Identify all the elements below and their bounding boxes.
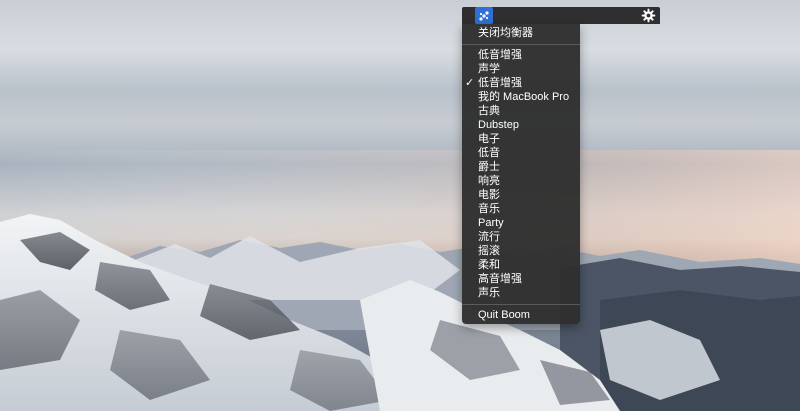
preset-label: 低音 (478, 147, 500, 159)
preset-item[interactable]: 柔和 (462, 258, 580, 272)
preset-label: 摇滚 (478, 245, 500, 257)
quit-boom-label: Quit Boom (478, 309, 530, 321)
desktop-wallpaper (0, 0, 800, 411)
preset-item[interactable]: 摇滚 (462, 244, 580, 258)
preset-item[interactable]: 高音增强 (462, 272, 580, 286)
gear-icon[interactable] (641, 8, 656, 23)
preset-item[interactable]: 我的 MacBook Pro (462, 90, 580, 104)
preset-item[interactable]: 低音 (462, 146, 580, 160)
preset-item[interactable]: 响亮 (462, 174, 580, 188)
preset-label: 响亮 (478, 175, 500, 187)
preset-item[interactable]: 声学 (462, 62, 580, 76)
preset-label: 音乐 (478, 203, 500, 215)
preset-label: 声乐 (478, 287, 500, 299)
boom-equalizer-icon (478, 10, 490, 22)
preset-item[interactable]: 声乐 (462, 286, 580, 300)
boom-menu: 关闭均衡器 低音增强 声学 ✓ 低音增强 我的 MacBook Pro 古典 D… (462, 24, 580, 324)
preset-item[interactable]: 古典 (462, 104, 580, 118)
disable-equalizer-label: 关闭均衡器 (478, 27, 533, 39)
preset-label: Party (478, 217, 504, 229)
preset-label: 爵士 (478, 161, 500, 173)
preset-item[interactable]: 低音增强 (462, 48, 580, 62)
preset-item[interactable]: 流行 (462, 230, 580, 244)
mountain-landscape (0, 0, 800, 411)
preset-item-selected[interactable]: ✓ 低音增强 (462, 76, 580, 90)
menu-separator (462, 304, 580, 305)
preset-item[interactable]: Party (462, 216, 580, 230)
preset-item[interactable]: 音乐 (462, 202, 580, 216)
menubar-extra (462, 7, 660, 24)
preset-label: 电子 (478, 133, 500, 145)
disable-equalizer-item[interactable]: 关闭均衡器 (462, 26, 580, 40)
preset-label: 古典 (478, 105, 500, 117)
preset-item[interactable]: 电子 (462, 132, 580, 146)
preset-label: 高音增强 (478, 273, 522, 285)
quit-boom-item[interactable]: Quit Boom (462, 308, 580, 322)
preset-label: Dubstep (478, 119, 519, 131)
menu-separator (462, 44, 580, 45)
preset-label: 声学 (478, 63, 500, 75)
preset-item[interactable]: Dubstep (462, 118, 580, 132)
preset-label: 低音增强 (478, 77, 522, 89)
preset-item[interactable]: 电影 (462, 188, 580, 202)
preset-label: 电影 (478, 189, 500, 201)
preset-label: 流行 (478, 231, 500, 243)
checkmark-icon: ✓ (465, 76, 474, 90)
preset-label: 我的 MacBook Pro (478, 91, 569, 103)
preset-item[interactable]: 爵士 (462, 160, 580, 174)
boom-app-icon[interactable] (475, 7, 493, 24)
preset-label: 柔和 (478, 259, 500, 271)
preset-label: 低音增强 (478, 49, 522, 61)
